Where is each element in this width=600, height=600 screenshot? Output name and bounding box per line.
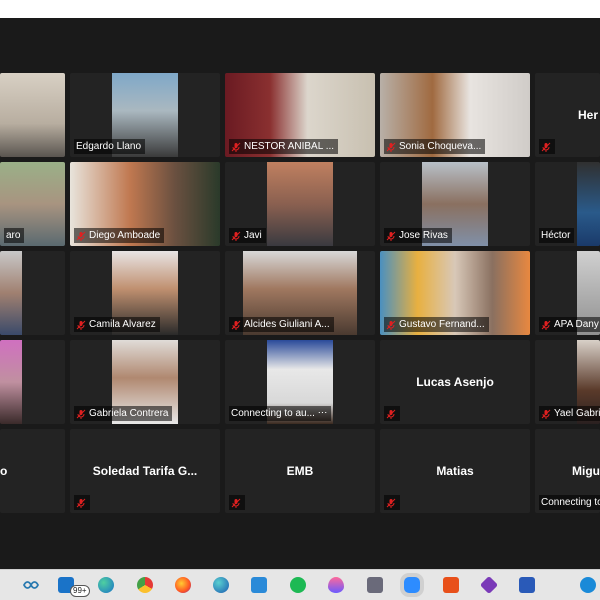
participant-name: Sonia Choqueva... xyxy=(384,139,486,154)
mic-muted-icon xyxy=(386,409,396,419)
participant-name: Connecting to au... ⋅⋅⋅ xyxy=(229,406,332,421)
participant-name: Gabriela Contrera xyxy=(74,406,173,421)
mic-muted-icon xyxy=(541,142,551,152)
mic-muted-icon xyxy=(76,231,86,241)
calculator-icon[interactable] xyxy=(367,577,383,593)
firefox-icon[interactable] xyxy=(175,577,191,593)
video-feed xyxy=(0,251,22,335)
participant-name: NESTOR ANIBAL ... xyxy=(229,139,339,154)
connection-status: Connecting to xyxy=(539,495,600,510)
window-top-strip xyxy=(0,0,600,18)
video-tile[interactable]: Matias xyxy=(380,429,530,513)
chrome-icon[interactable] xyxy=(137,577,153,593)
spotify-icon[interactable] xyxy=(290,577,306,593)
mic-muted-icon xyxy=(386,320,396,330)
mic-muted-icon xyxy=(76,498,86,508)
visual-studio-icon[interactable] xyxy=(479,575,499,595)
video-feed xyxy=(0,73,65,157)
video-tile[interactable]: Yael Gabrie xyxy=(535,340,600,424)
mic-muted-icon xyxy=(386,231,396,241)
video-tile[interactable]: Javi xyxy=(225,162,375,246)
participant-name: Edgardo Llano xyxy=(74,139,146,154)
mic-muted-icon xyxy=(541,320,551,330)
participant-name: Jose Rivas xyxy=(384,228,452,243)
office-icon[interactable] xyxy=(443,577,459,593)
mic-status xyxy=(384,495,400,510)
video-tile[interactable]: APA Dany J xyxy=(535,251,600,335)
video-tile[interactable] xyxy=(0,73,65,157)
video-tile[interactable]: o xyxy=(0,429,65,513)
mic-muted-icon xyxy=(386,498,396,508)
participant-name: Héctor xyxy=(539,228,575,243)
video-tile[interactable]: Lucas Asenjo xyxy=(380,340,530,424)
mic-status xyxy=(229,495,245,510)
mic-muted-icon xyxy=(231,320,241,330)
participant-name: Diego Amboade xyxy=(74,228,165,243)
drop-icon[interactable] xyxy=(328,577,344,593)
mic-status xyxy=(539,139,555,154)
video-tile[interactable]: Alcides Giuliani A... xyxy=(225,251,375,335)
participant-name: Yael Gabrie xyxy=(539,406,600,421)
video-tile[interactable]: Her xyxy=(535,73,600,157)
video-tile[interactable]: Gustavo Fernand... xyxy=(380,251,530,335)
mic-muted-icon xyxy=(541,409,551,419)
participant-name: Camila Alvarez xyxy=(74,317,160,332)
video-tile[interactable]: Diego Amboade xyxy=(70,162,220,246)
video-tile[interactable]: Soledad Tarifa G... xyxy=(70,429,220,513)
participant-name: Lucas Asenjo xyxy=(416,375,494,389)
video-tile[interactable]: aro xyxy=(0,162,65,246)
participant-name: EMB xyxy=(286,464,314,478)
word-icon[interactable] xyxy=(519,577,535,593)
video-tile[interactable]: EMB xyxy=(225,429,375,513)
video-tile[interactable]: Héctor xyxy=(535,162,600,246)
participant-name: Matias xyxy=(436,464,474,478)
participant-name: aro xyxy=(4,228,25,243)
video-feed xyxy=(267,162,333,246)
participant-name: Javi xyxy=(229,228,266,243)
video-tile[interactable]: Gabriela Contrera xyxy=(70,340,220,424)
participant-name: Alcides Giuliani A... xyxy=(229,317,334,332)
participant-name: o xyxy=(0,464,8,478)
windows-taskbar: 99+ xyxy=(0,569,600,600)
participant-name: Soledad Tarifa G... xyxy=(92,464,198,478)
participant-name: Her xyxy=(577,108,598,122)
mic-muted-icon xyxy=(76,409,86,419)
widgets-icon[interactable] xyxy=(22,577,40,593)
video-tile[interactable]: NESTOR ANIBAL ... xyxy=(225,73,375,157)
participant-name: Gustavo Fernand... xyxy=(384,317,489,332)
video-tile[interactable]: Sonia Choqueva... xyxy=(380,73,530,157)
edge-dev-icon[interactable] xyxy=(213,577,229,593)
edge-icon[interactable] xyxy=(98,577,114,593)
notification-badge: 99+ xyxy=(70,585,90,597)
video-tile[interactable]: Connecting to au... ⋅⋅⋅ xyxy=(225,340,375,424)
video-tile[interactable]: Edgardo Llano xyxy=(70,73,220,157)
video-tile[interactable] xyxy=(0,340,65,424)
mic-status xyxy=(384,406,400,421)
help-icon[interactable] xyxy=(580,577,596,593)
video-tile[interactable] xyxy=(0,251,65,335)
zoom-icon[interactable] xyxy=(404,577,420,593)
participant-name: APA Dany J xyxy=(539,317,600,332)
video-feed xyxy=(577,162,600,246)
video-feed xyxy=(0,340,22,424)
mic-muted-icon xyxy=(231,498,241,508)
participant-name: Migu xyxy=(572,464,600,478)
mic-muted-icon xyxy=(386,142,396,152)
mic-muted-icon xyxy=(231,231,241,241)
mic-muted-icon xyxy=(76,320,86,330)
video-tile[interactable]: Camila Alvarez xyxy=(70,251,220,335)
outlook-icon[interactable] xyxy=(251,577,267,593)
mic-muted-icon xyxy=(231,142,241,152)
video-tile[interactable]: Jose Rivas xyxy=(380,162,530,246)
video-tile[interactable]: Migu Connecting to xyxy=(535,429,600,513)
mic-status xyxy=(74,495,90,510)
